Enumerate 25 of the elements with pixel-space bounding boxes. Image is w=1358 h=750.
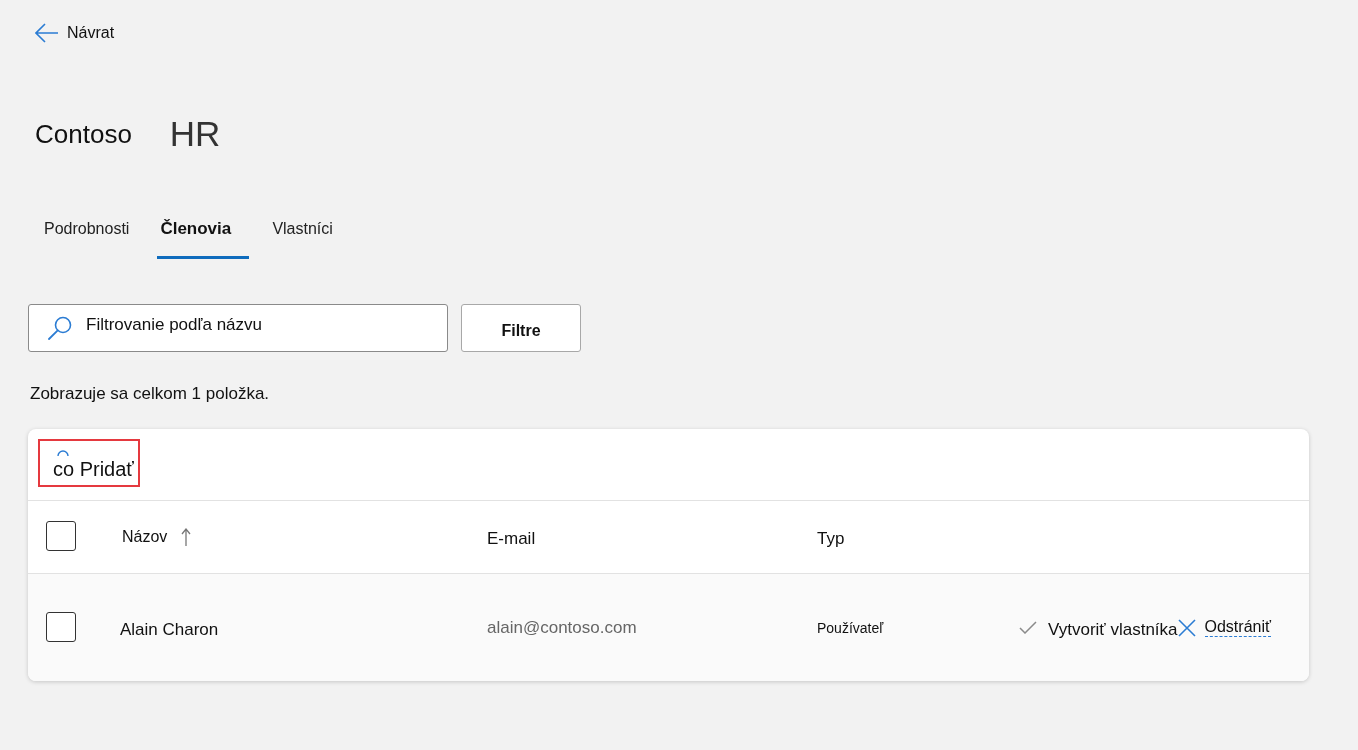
- tab[interactable]: Podrobnosti: [41, 206, 138, 259]
- make-owner-button[interactable]: Vytvoriť vlastníka: [1019, 617, 1178, 638]
- org-name: Contoso: [35, 118, 132, 150]
- search-icon: [48, 316, 72, 340]
- result-count: Zobrazuje sa celkom 1 položka.: [30, 383, 270, 405]
- checkmark-icon: [1019, 621, 1037, 634]
- back-arrow-icon: [35, 23, 59, 43]
- select-all-checkbox[interactable]: [46, 521, 76, 551]
- email-cell: alain@contoso.com: [487, 617, 637, 637]
- row-checkbox[interactable]: [46, 611, 76, 642]
- tab[interactable]: Členovia: [157, 206, 250, 259]
- column-header[interactable]: Typ: [817, 529, 845, 549]
- arc-icon: [57, 450, 69, 457]
- close-icon[interactable]: [1177, 618, 1196, 637]
- column-header[interactable]: Názov: [122, 528, 168, 546]
- name-cell: Alain Charon: [120, 619, 219, 639]
- type-cell: Používateľ: [817, 619, 884, 636]
- add-button[interactable]: co Pridať: [38, 439, 140, 487]
- search-field[interactable]: Filtrovanie podľa názvu: [28, 304, 448, 352]
- tab[interactable]: Vlastníci: [269, 206, 362, 259]
- back-link[interactable]: Návrat: [35, 20, 115, 46]
- column-header[interactable]: E-mail: [487, 529, 536, 549]
- remove-link[interactable]: Odstrániť: [1204, 618, 1271, 637]
- group-name: HR: [169, 114, 221, 154]
- filter-button[interactable]: Filtre: [461, 304, 581, 352]
